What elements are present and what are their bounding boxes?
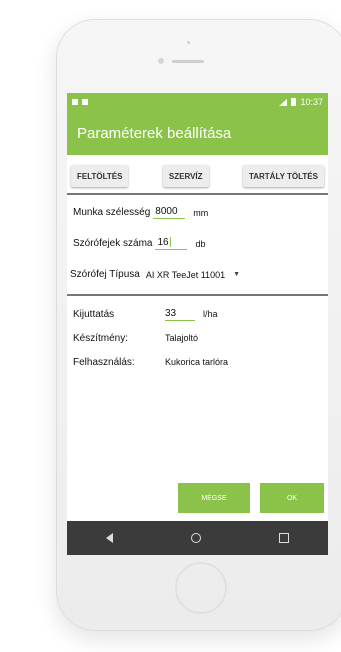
nozzle-type-value: AI XR TeeJet 11001 <box>145 269 226 280</box>
usage-row: Felhasználás: Kukorica tarlóra <box>73 350 322 374</box>
nozzle-count-row: Szórófejek száma 16 db <box>73 230 322 257</box>
nozzle-count-label: Szórófejek száma <box>73 238 153 249</box>
status-left <box>72 99 88 105</box>
recents-icon[interactable] <box>279 533 289 543</box>
app-screen: 10:37 Paraméterek beállítása FELTÖLTÉS S… <box>67 93 328 555</box>
nozzle-type-select[interactable]: AI XR TeeJet 11001 ▼ <box>146 270 240 280</box>
app-bar: Paraméterek beállítása <box>67 111 328 155</box>
nozzle-count-input[interactable]: 16 <box>155 237 188 250</box>
product-label: Készítmény: <box>73 332 129 344</box>
details-section: Kijuttatás 33 l/ha Készítmény: Talajoltó… <box>67 296 328 374</box>
status-time: 10:37 <box>300 97 323 107</box>
dialog-actions: MÉGSE OK <box>67 483 328 513</box>
usage-label: Felhasználás: <box>73 356 135 368</box>
application-rate-row: Kijuttatás 33 l/ha <box>73 302 322 326</box>
signal-icon <box>279 98 288 106</box>
sdcard-icon <box>82 99 88 105</box>
work-width-label: Munka szélesség <box>73 207 151 218</box>
front-camera <box>158 58 164 64</box>
work-width-input[interactable]: 8000 <box>153 206 186 219</box>
status-bar: 10:37 <box>67 93 328 111</box>
battery-icon <box>291 98 297 106</box>
nozzle-count-value: 16 <box>157 237 169 248</box>
physical-home-button[interactable] <box>175 562 227 614</box>
front-sensor <box>187 41 190 44</box>
cancel-button[interactable]: MÉGSE <box>178 483 250 513</box>
earpiece-speaker <box>172 60 204 63</box>
dropdown-caret-icon: ▼ <box>233 271 241 278</box>
home-icon[interactable] <box>191 533 201 543</box>
ok-button[interactable]: OK <box>260 483 324 513</box>
nozzle-count-unit: db <box>195 238 206 249</box>
work-width-row: Munka szélesség 8000 mm <box>73 199 322 226</box>
application-rate-label: Kijuttatás <box>73 308 115 320</box>
work-width-unit: mm <box>193 207 209 218</box>
usage-value: Kukorica tarlóra <box>165 357 229 367</box>
product-value: Talajoltó <box>165 333 199 343</box>
tank-fill-button[interactable]: TARTÁLY TÖLTÉS <box>242 165 324 187</box>
nozzle-type-label: Szórófej Típusa <box>70 269 140 280</box>
text-cursor <box>169 237 171 248</box>
parameter-form: Munka szélesség 8000 mm Szórófejek száma… <box>67 199 328 288</box>
product-row: Készítmény: Talajoltó <box>73 326 322 350</box>
fill-button[interactable]: FELTÖLTÉS <box>71 165 129 187</box>
nozzle-type-row: Szórófej Típusa AI XR TeeJet 11001 ▼ <box>70 261 322 288</box>
action-tabs: FELTÖLTÉS SZERVÍZ TARTÁLY TÖLTÉS <box>67 155 328 195</box>
service-button[interactable]: SZERVÍZ <box>162 165 209 187</box>
android-nav-bar <box>67 521 328 555</box>
status-right: 10:37 <box>279 97 323 107</box>
back-icon[interactable] <box>106 533 113 543</box>
application-rate-input[interactable]: 33 <box>165 308 195 321</box>
application-rate-unit: l/ha <box>203 309 218 319</box>
notification-icon <box>72 99 78 105</box>
page-title: Paraméterek beállítása <box>77 124 232 142</box>
